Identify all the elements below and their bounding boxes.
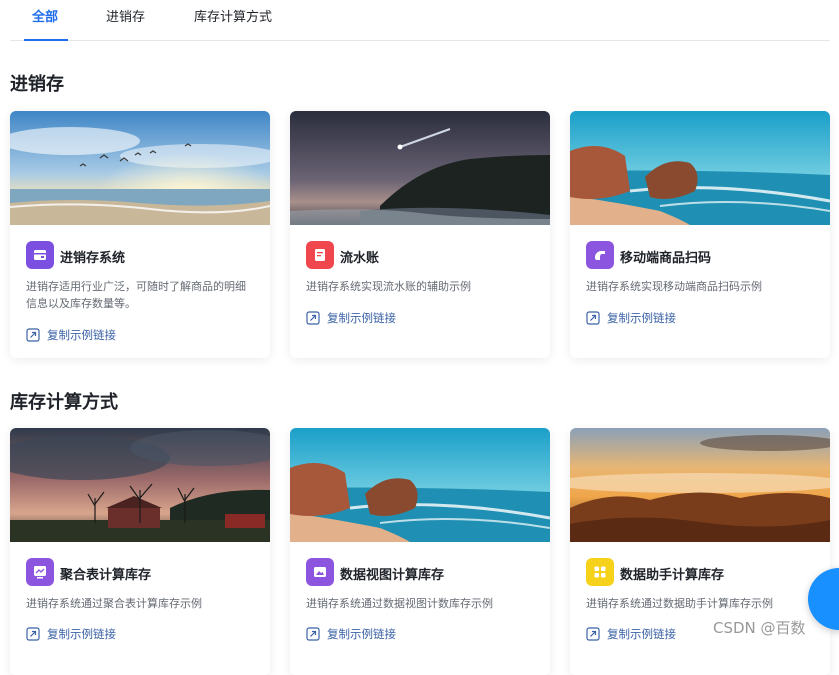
tab-bar: 全部 进销存 库存计算方式 (10, 0, 830, 41)
tab-inventory[interactable]: 进销存 (106, 6, 145, 25)
cover-image-comet-night (290, 111, 550, 225)
card-title: 数据视图计算库存 (340, 568, 445, 583)
card-description: 进销存系统通过数据助手计算库存示例 (586, 597, 773, 610)
cover-image-stormy-farm (10, 428, 270, 542)
tab-all[interactable]: 全部 (32, 6, 58, 25)
copy-link-label: 复制示例链接 (47, 627, 116, 641)
copy-example-link[interactable]: 复制示例链接 (306, 626, 396, 642)
copy-link-label: 复制示例链接 (47, 328, 116, 342)
card-description: 进销存系统通过聚合表计算库存示例 (26, 597, 202, 610)
cover-image-coastal-rocks (290, 428, 550, 542)
template-card[interactable]: 数据视图计算库存 进销存系统通过数据视图计数库存示例 复制示例链接 (290, 428, 550, 675)
card-title: 聚合表计算库存 (60, 568, 152, 583)
grid-app-icon (586, 558, 614, 586)
scan-app-icon (586, 241, 614, 269)
watermark: CSDN @百数 (713, 619, 806, 637)
card-title: 进销存系统 (60, 251, 126, 266)
card-description: 进销存适用行业广泛，可随时了解商品的明细信息以及库存数量等。 (26, 280, 246, 310)
card-title: 流水账 (340, 251, 380, 266)
link-icon (586, 311, 600, 325)
template-card[interactable]: 移动端商品扫码 进销存系统实现移动端商品扫码示例 复制示例链接 (570, 111, 830, 358)
copy-link-label: 复制示例链接 (327, 311, 396, 325)
card-title: 移动端商品扫码 (620, 251, 712, 266)
chart-app-icon (26, 558, 54, 586)
copy-link-label: 复制示例链接 (327, 627, 396, 641)
cover-image-mountain-sunset (570, 428, 830, 542)
ledger-app-icon (306, 241, 334, 269)
active-tab-indicator (24, 39, 68, 41)
copy-link-label: 复制示例链接 (607, 311, 676, 325)
card-description: 进销存系统通过数据视图计数库存示例 (306, 597, 493, 610)
link-icon (26, 328, 40, 342)
copy-example-link[interactable]: 复制示例链接 (26, 626, 116, 642)
link-icon (586, 627, 600, 641)
copy-example-link[interactable]: 复制示例链接 (26, 327, 116, 343)
copy-example-link[interactable]: 复制示例链接 (586, 626, 676, 642)
section-title-stock-calculation: 库存计算方式 (10, 392, 118, 413)
cover-image-coastal-rocks (570, 111, 830, 225)
tab-stock-calculation[interactable]: 库存计算方式 (194, 6, 272, 25)
template-card[interactable]: 流水账 进销存系统实现流水账的辅助示例 复制示例链接 (290, 111, 550, 358)
card-description: 进销存系统实现移动端商品扫码示例 (586, 280, 762, 293)
link-icon (306, 311, 320, 325)
copy-example-link[interactable]: 复制示例链接 (306, 310, 396, 326)
copy-link-label: 复制示例链接 (607, 627, 676, 641)
template-card[interactable]: 聚合表计算库存 进销存系统通过聚合表计算库存示例 复制示例链接 (10, 428, 270, 675)
link-icon (26, 627, 40, 641)
card-title: 数据助手计算库存 (620, 568, 725, 583)
link-icon (306, 627, 320, 641)
image-app-icon (306, 558, 334, 586)
card-description: 进销存系统实现流水账的辅助示例 (306, 280, 471, 293)
copy-example-link[interactable]: 复制示例链接 (586, 310, 676, 326)
inventory-app-icon (26, 241, 54, 269)
cover-image-beach-sunrise (10, 111, 270, 225)
section-title-inventory: 进销存 (10, 74, 64, 95)
template-card[interactable]: 进销存系统 进销存适用行业广泛，可随时了解商品的明细信息以及库存数量等。 复制示… (10, 111, 270, 358)
